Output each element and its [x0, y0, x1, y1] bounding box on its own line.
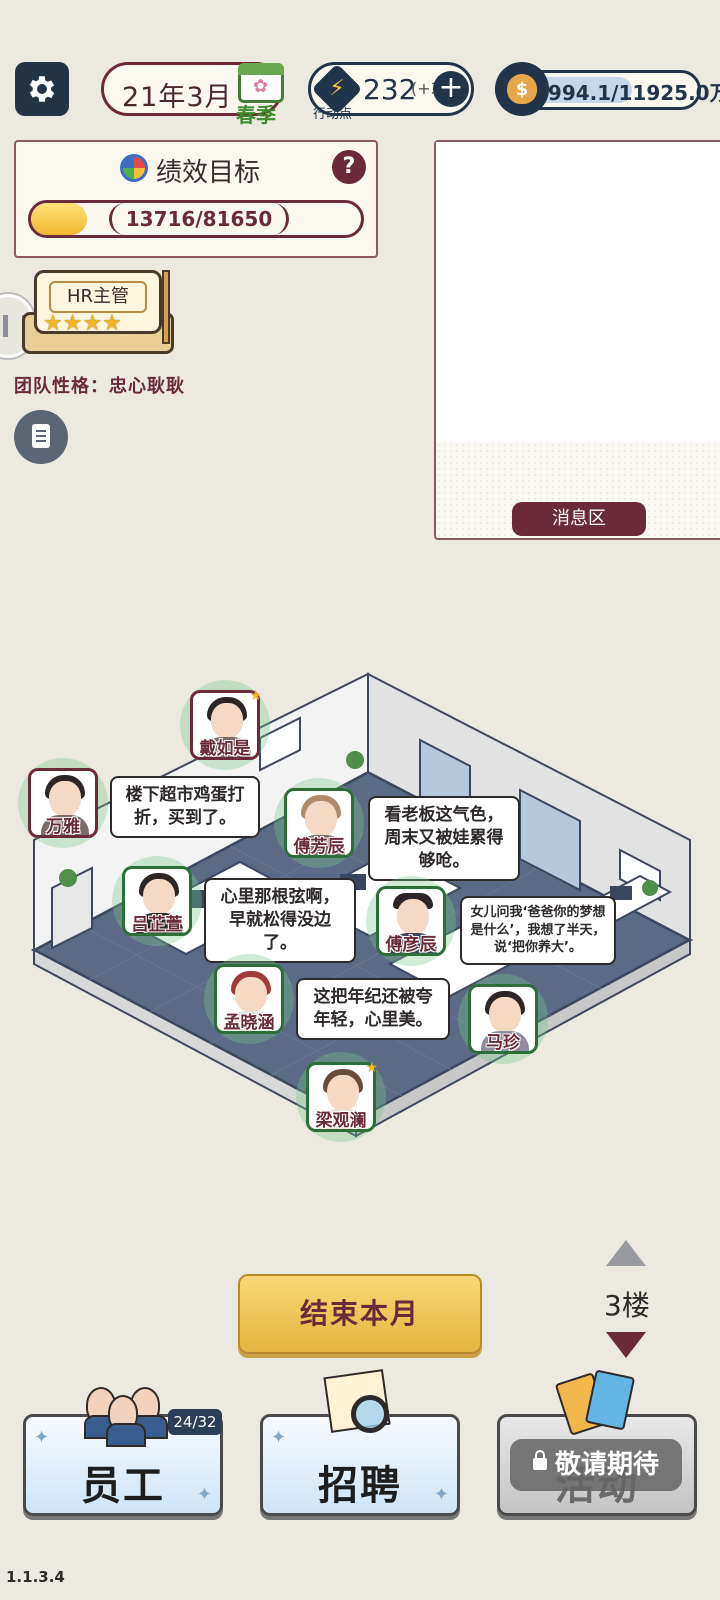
employee-card[interactable]: 万雅	[18, 758, 108, 848]
hr-badge-label: HR主管	[49, 281, 147, 313]
employee-card[interactable]: 傅彦辰	[366, 876, 456, 966]
sparkle-icon: ✦	[34, 1427, 50, 1448]
employee-name: 孟晓涵	[223, 1013, 275, 1033]
gear-icon	[29, 76, 55, 102]
employees-icon	[84, 1381, 168, 1447]
star-icon: ★	[365, 1060, 378, 1076]
employee-name: 戴如是	[199, 739, 251, 759]
action-points-value: 232	[363, 73, 417, 106]
employee-name: 万雅	[46, 817, 80, 837]
speech-bubble-lvzhixuan: 心里那根弦啊，早就松得没边了。	[204, 878, 356, 963]
message-list	[436, 142, 720, 442]
add-action-points-button[interactable]: +	[433, 71, 469, 107]
log-button[interactable]	[14, 410, 68, 464]
speech-bubble-mengxiaohan: 这把年纪还被夸年轻，心里美。	[296, 978, 450, 1040]
recruit-button[interactable]: ✦ ✦ 招聘	[260, 1369, 460, 1516]
sparkle-icon: ✦	[271, 1427, 287, 1448]
help-button[interactable]: ?	[332, 150, 366, 184]
office-scene: 楼下超市鸡蛋打折，买到了。 看老板这气色，周末又被娃累得够呛。 心里那根弦啊，早…	[0, 660, 720, 1180]
action-points-display: ⚡ 232 (+3 行动点 +	[308, 62, 474, 122]
date-display: 21年3月 ✿ 春季	[101, 62, 284, 127]
employee-card[interactable]: ★ 戴如是	[180, 680, 270, 770]
floor-label: 3楼	[604, 1289, 650, 1322]
version-label: 1.1.3.4	[6, 1568, 65, 1586]
message-panel: 消息区	[434, 140, 720, 540]
employee-button[interactable]: 24/32 ✦ ✦ 员工	[23, 1387, 223, 1516]
lock-icon	[532, 1449, 547, 1470]
employee-card[interactable]: 孟晓涵	[204, 954, 294, 1044]
speech-bubble-fufangchen: 看老板这气色，周末又被娃累得够呛。	[368, 796, 520, 881]
settings-button[interactable]	[15, 62, 69, 116]
floor-up-arrow-icon[interactable]	[606, 1240, 646, 1266]
employee-name: 傅芳辰	[293, 837, 345, 857]
speech-bubble-fuyanchen: 女儿问我‘爸爸你的梦想是什么’，我想了半天，说‘把你养大’。	[460, 896, 616, 965]
season-label: 春季	[236, 103, 276, 127]
star-icon: ★	[249, 688, 262, 704]
employee-name: 马珍	[486, 1033, 520, 1053]
recruit-icon	[319, 1369, 399, 1445]
hr-manager-badge[interactable]: HR主管 ★★★★	[34, 270, 162, 336]
activity-button[interactable]: 活动 敬请期待	[497, 1369, 697, 1516]
message-area-label[interactable]: 消息区	[512, 502, 646, 536]
badge-pole	[162, 270, 170, 344]
performance-panel: 绩效目标 ? 13716/81650	[14, 140, 378, 258]
employee-card[interactable]: 吕芷萱	[112, 856, 202, 946]
money-bag-icon: $	[495, 62, 549, 116]
employee-name: 梁观澜	[315, 1111, 367, 1131]
floor-down-arrow-icon[interactable]	[606, 1332, 646, 1358]
dollar-sign: $	[507, 74, 537, 104]
activity-cards-icon	[554, 1369, 646, 1436]
employee-name: 傅彦辰	[385, 935, 437, 955]
recruit-button-label: 招聘	[318, 1463, 402, 1509]
performance-progress-fill	[31, 203, 88, 235]
coming-soon-label: 敬请期待	[554, 1450, 659, 1480]
coming-soon-overlay: 敬请期待	[510, 1439, 682, 1491]
performance-logo-icon	[120, 154, 148, 182]
employee-count-badge: 24/32	[168, 1409, 222, 1435]
end-month-button[interactable]: 结束本月	[238, 1274, 482, 1354]
action-points-label: 行动点	[313, 107, 353, 122]
current-month: 21年3月	[122, 82, 233, 113]
employee-card[interactable]: ★ 梁观澜	[296, 1052, 386, 1142]
employee-card[interactable]: 傅芳辰	[274, 778, 364, 868]
performance-progress-bar: 13716/81650	[28, 200, 364, 238]
team-trait: 团队性格：忠心耿耿	[14, 376, 185, 397]
performance-progress-text: 13716/81650	[109, 203, 289, 235]
document-icon	[32, 424, 50, 448]
money-value: 6994.1/11925.0万	[534, 81, 720, 105]
employee-name: 吕芷萱	[131, 915, 183, 935]
hr-rating-stars: ★★★★	[43, 311, 122, 336]
employee-button-label: 员工	[81, 1463, 165, 1509]
calendar-icon: ✿	[238, 63, 284, 103]
employee-card[interactable]: 马珍	[458, 974, 548, 1064]
speech-bubble-wanya: 楼下超市鸡蛋打折，买到了。	[110, 776, 260, 838]
performance-title: 绩效目标	[156, 158, 261, 188]
